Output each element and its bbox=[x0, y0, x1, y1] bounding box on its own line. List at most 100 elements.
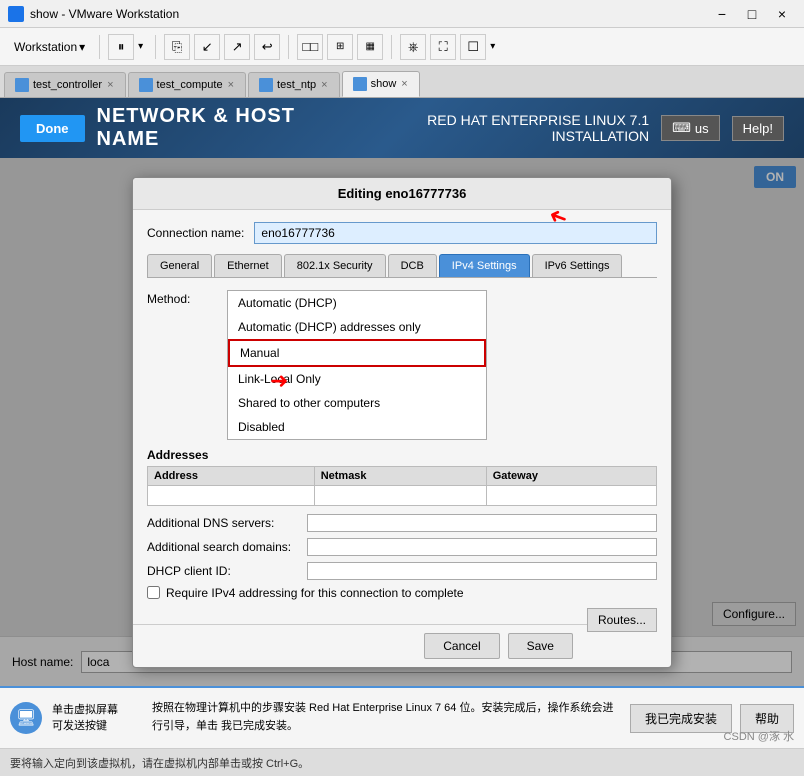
tab-close-ntp[interactable]: × bbox=[320, 79, 328, 91]
toolbar-divider-1 bbox=[99, 35, 100, 59]
tab-label-controller: test_controller bbox=[33, 79, 102, 91]
bottom-instruction: 按照在物理计算机中的步骤安装 Red Hat Enterprise Linux … bbox=[152, 700, 620, 735]
tab-close-controller[interactable]: × bbox=[106, 79, 114, 91]
tab-label-show: show bbox=[371, 78, 397, 90]
tab-ipv4[interactable]: IPv4 Settings bbox=[439, 254, 530, 277]
dropdown-arrow-icon: ▾ bbox=[79, 40, 85, 54]
search-domains-input[interactable] bbox=[307, 538, 657, 556]
network-header: Done NETWORK & HOST NAME RED HAT ENTERPR… bbox=[0, 98, 804, 158]
snapshot-button[interactable]: ↙ bbox=[194, 34, 220, 60]
view3-button[interactable]: ▦ bbox=[357, 34, 383, 60]
edit-dialog: Editing eno16777736 Connection name: Gen… bbox=[132, 177, 672, 668]
header-left: Done NETWORK & HOST NAME bbox=[20, 105, 348, 151]
tabs-bar: test_controller × test_compute × test_nt… bbox=[0, 66, 804, 98]
workstation-menu[interactable]: Workstation ▾ bbox=[8, 37, 91, 57]
gateway-cell[interactable] bbox=[486, 485, 656, 505]
status-text: 要将输入定向到该虚拟机，请在虚拟机内部单击或按 Ctrl+G。 bbox=[10, 755, 309, 771]
netmask-cell[interactable] bbox=[314, 485, 486, 505]
tab-label-ntp: test_ntp bbox=[277, 79, 316, 91]
option-shared[interactable]: Shared to other computers bbox=[228, 391, 486, 415]
bottom-bar: 🖥 单击虚拟屏幕可发送按键 按照在物理计算机中的步骤安装 Red Hat Ent… bbox=[0, 686, 804, 774]
done-button[interactable]: Done bbox=[20, 115, 85, 142]
require-ipv4-row: Require IPv4 addressing for this connect… bbox=[147, 586, 657, 600]
click-hint: 单击虚拟屏幕可发送按键 bbox=[52, 702, 142, 735]
dropdown-arrow-icon-3: ▾ bbox=[490, 41, 495, 52]
watermark: CSDN @涿 水 bbox=[724, 728, 794, 744]
tab-icon-compute bbox=[139, 78, 153, 92]
tab-close-show[interactable]: × bbox=[400, 78, 408, 90]
title-text: show - VMware Workstation bbox=[30, 7, 708, 21]
option-link-local[interactable]: Link-Local Only bbox=[228, 367, 486, 391]
col-address: Address bbox=[148, 466, 315, 485]
save-button[interactable]: Save bbox=[508, 633, 573, 659]
connection-name-input[interactable] bbox=[254, 222, 657, 244]
tab-test-compute[interactable]: test_compute × bbox=[128, 72, 246, 97]
option-manual[interactable]: Manual bbox=[228, 339, 486, 367]
require-ipv4-checkbox[interactable] bbox=[147, 586, 160, 599]
cancel-button[interactable]: Cancel bbox=[424, 633, 499, 659]
tab-icon-show bbox=[353, 77, 367, 91]
toolbar-divider-2 bbox=[155, 35, 156, 59]
address-table-header: Address Netmask Gateway bbox=[148, 466, 657, 485]
dns-input[interactable] bbox=[307, 514, 657, 532]
address-table: Address Netmask Gateway bbox=[147, 466, 657, 506]
status-bar: 要将输入定向到该虚拟机，请在虚拟机内部单击或按 Ctrl+G。 CSDN @涿 … bbox=[0, 748, 804, 776]
bottom-vm-icon: 🖥 bbox=[10, 702, 42, 734]
revert-button[interactable]: ↗ bbox=[224, 34, 250, 60]
conn-name-label: Connection name: bbox=[147, 226, 244, 240]
maximize-button[interactable]: □ bbox=[738, 3, 766, 25]
option-auto-dhcp-addr[interactable]: Automatic (DHCP) addresses only bbox=[228, 315, 486, 339]
col-netmask: Netmask bbox=[314, 466, 486, 485]
tab-close-compute[interactable]: × bbox=[227, 79, 235, 91]
vm-display[interactable]: Done NETWORK & HOST NAME RED HAT ENTERPR… bbox=[0, 98, 804, 686]
content-area: 🖧 Ethernet Intel Corpora... + − ON bbox=[0, 158, 804, 686]
tabs-with-arrow: General Ethernet 802.1x Security DCB IPv… bbox=[147, 254, 657, 278]
tab-8021x[interactable]: 802.1x Security bbox=[284, 254, 386, 277]
toolbar: Workstation ▾ ⏸ ▾ ⎘ ↙ ↗ ↩ □□ ⊞ ▦ ⎈ ⛶ ☐ ▾ bbox=[0, 28, 804, 66]
fullscreen-button[interactable]: ⛶ bbox=[430, 34, 456, 60]
send-ctrl-alt-del-button[interactable]: ⎘ bbox=[164, 34, 190, 60]
method-content: Automatic (DHCP) Automatic (DHCP) addres… bbox=[227, 290, 657, 440]
complete-install-button[interactable]: 我已完成安装 bbox=[630, 704, 732, 733]
tab-test-ntp[interactable]: test_ntp × bbox=[248, 72, 340, 97]
view1-button[interactable]: □□ bbox=[297, 34, 323, 60]
require-ipv4-label: Require IPv4 addressing for this connect… bbox=[166, 586, 464, 600]
lang-label: us bbox=[695, 121, 709, 136]
minimize-button[interactable]: − bbox=[708, 3, 736, 25]
close-button[interactable]: × bbox=[768, 3, 796, 25]
option-auto-dhcp[interactable]: Automatic (DHCP) bbox=[228, 291, 486, 315]
method-dropdown[interactable]: Automatic (DHCP) Automatic (DHCP) addres… bbox=[227, 290, 487, 440]
tab-dcb[interactable]: DCB bbox=[388, 254, 437, 277]
address-cell[interactable] bbox=[148, 485, 315, 505]
tab-label-compute: test_compute bbox=[157, 79, 223, 91]
vm-inner: Done NETWORK & HOST NAME RED HAT ENTERPR… bbox=[0, 98, 804, 686]
view2-button[interactable]: ⊞ bbox=[327, 34, 353, 60]
help-button[interactable]: Help! bbox=[732, 116, 784, 141]
tab-show[interactable]: show × bbox=[342, 71, 420, 97]
title-bar: show - VMware Workstation − □ × bbox=[0, 0, 804, 28]
power-button[interactable]: ↩ bbox=[254, 34, 280, 60]
toolbar-divider-4 bbox=[391, 35, 392, 59]
dns-row: Additional DNS servers: bbox=[147, 514, 657, 532]
usb-button[interactable]: ⎈ bbox=[400, 34, 426, 60]
pause-button[interactable]: ⏸ bbox=[108, 34, 134, 60]
dhcp-id-input[interactable] bbox=[307, 562, 657, 580]
toolbar-divider-3 bbox=[288, 35, 289, 59]
settings-button[interactable]: ☐ bbox=[460, 34, 486, 60]
language-button[interactable]: ⌨ us bbox=[661, 115, 720, 141]
dns-label: Additional DNS servers: bbox=[147, 516, 307, 530]
addresses-label: Addresses bbox=[147, 448, 208, 462]
tab-test-controller[interactable]: test_controller × bbox=[4, 72, 126, 97]
dialog-tabs: General Ethernet 802.1x Security DCB IPv… bbox=[147, 254, 657, 278]
option-disabled[interactable]: Disabled bbox=[228, 415, 486, 439]
click-hint-text: 单击虚拟屏幕可发送按键 bbox=[52, 702, 142, 735]
workstation-label: Workstation bbox=[14, 40, 77, 54]
routes-button[interactable]: Routes... bbox=[587, 608, 657, 632]
tab-ethernet[interactable]: Ethernet bbox=[214, 254, 282, 277]
col-gateway: Gateway bbox=[486, 466, 656, 485]
method-label: Method: bbox=[147, 290, 227, 306]
window-controls: − □ × bbox=[708, 3, 796, 25]
search-domains-row: Additional search domains: bbox=[147, 538, 657, 556]
tab-general[interactable]: General bbox=[147, 254, 212, 277]
tab-ipv6[interactable]: IPv6 Settings bbox=[532, 254, 623, 277]
